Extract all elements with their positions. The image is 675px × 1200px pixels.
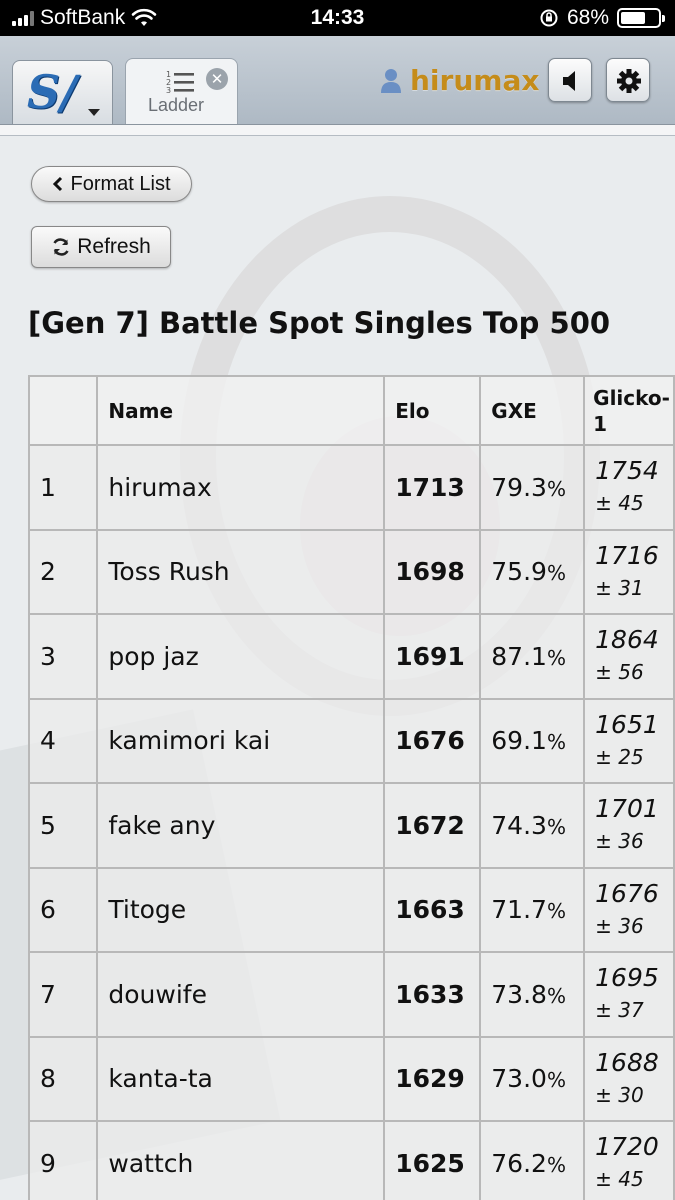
- table-row: 3 pop jaz 1691 87.1% 1864 ± 56: [27, 613, 675, 700]
- gxe-cell: 69.1%: [479, 697, 586, 784]
- glicko-cell: 1701 ± 36: [583, 782, 675, 869]
- user-icon: [381, 68, 401, 93]
- gxe-cell: 79.3%: [479, 444, 586, 531]
- rank-cell: 6: [27, 866, 99, 953]
- player-name-cell[interactable]: kamimori kai: [96, 697, 386, 784]
- gxe-cell: 74.3%: [479, 782, 586, 869]
- main-menu-button[interactable]: S/: [12, 60, 113, 124]
- gxe-cell: 75.9%: [479, 528, 586, 615]
- glicko-cell: 1720 ± 45: [583, 1120, 675, 1200]
- table-row: 2 Toss Rush 1698 75.9% 1716 ± 31: [27, 528, 675, 615]
- table-row: 4 kamimori kai 1676 69.1% 1651 ± 25: [27, 697, 675, 784]
- player-name-cell[interactable]: douwife: [96, 951, 386, 1038]
- elo-cell: 1633: [383, 951, 482, 1038]
- battery-percent: 68%: [566, 6, 609, 29]
- chevron-down-icon: [88, 109, 100, 116]
- svg-text:3: 3: [166, 86, 171, 95]
- gear-icon: [617, 69, 641, 93]
- player-name-cell[interactable]: hirumax: [96, 444, 386, 531]
- player-name-cell[interactable]: pop jaz: [96, 613, 386, 700]
- gxe-cell: 87.1%: [479, 613, 586, 700]
- column-header-elo[interactable]: Elo: [383, 375, 482, 446]
- showdown-logo-icon: S/: [27, 65, 78, 119]
- rank-cell: 7: [27, 951, 99, 1038]
- elo-cell: 1625: [383, 1120, 482, 1200]
- glicko-cell: 1695 ± 37: [583, 951, 675, 1038]
- gxe-cell: 71.7%: [479, 866, 586, 953]
- elo-cell: 1663: [383, 866, 482, 953]
- ladder-page: Format List Refresh [Gen 7] Battle Spot …: [0, 136, 675, 1200]
- chevron-left-icon: [53, 176, 63, 192]
- glicko-cell: 1716 ± 31: [583, 528, 675, 615]
- format-list-label: Format List: [70, 172, 171, 195]
- page-title: [Gen 7] Battle Spot Singles Top 500: [28, 306, 611, 340]
- table-row: 5 fake any 1672 74.3% 1701 ± 36: [27, 782, 675, 869]
- rank-cell: 5: [27, 782, 99, 869]
- tab-ladder[interactable]: 1 2 3 Ladder ✕: [125, 58, 238, 126]
- table-header-row: Name Elo GXE Glicko-1: [27, 375, 675, 446]
- numbered-list-icon: 1 2 3: [166, 70, 194, 95]
- rotation-lock-icon: [540, 9, 558, 27]
- battery-icon: [617, 8, 665, 28]
- status-right: 68%: [539, 6, 665, 30]
- format-list-button[interactable]: Format List: [31, 166, 192, 202]
- user-menu[interactable]: hirumax: [380, 64, 539, 97]
- table-row: 9 wattch 1625 76.2% 1720 ± 45: [27, 1120, 675, 1200]
- settings-button[interactable]: [606, 58, 650, 102]
- table-row: 8 kanta-ta 1629 73.0% 1688 ± 30: [27, 1035, 675, 1122]
- player-name-cell[interactable]: Toss Rush: [96, 528, 386, 615]
- status-bar: SoftBank 14:33 68%: [0, 0, 675, 36]
- player-name-cell[interactable]: Titoge: [96, 866, 386, 953]
- ladder-table: Name Elo GXE Glicko-1 1 hirumax 1713 79.3% 1…: [27, 375, 675, 1200]
- glicko-cell: 1688 ± 30: [583, 1035, 675, 1122]
- glicko-cell: 1676 ± 36: [583, 866, 675, 953]
- table-row: 6 Titoge 1663 71.7% 1676 ± 36: [27, 866, 675, 953]
- column-header-rank: [27, 375, 99, 446]
- elo-cell: 1676: [383, 697, 482, 784]
- elo-cell: 1698: [383, 528, 482, 615]
- glicko-cell: 1651 ± 25: [583, 697, 675, 784]
- player-name-cell[interactable]: wattch: [96, 1120, 386, 1200]
- refresh-button[interactable]: Refresh: [31, 226, 171, 268]
- sound-button[interactable]: [548, 58, 592, 102]
- column-header-glicko[interactable]: Glicko-1: [583, 375, 675, 446]
- app-header: S/ 1 2 3 Ladder ✕ hirumax: [0, 36, 675, 126]
- rank-cell: 1: [27, 444, 99, 531]
- close-tab-icon[interactable]: ✕: [206, 68, 228, 90]
- glicko-cell: 1754 ± 45: [583, 444, 675, 531]
- tab-ladder-label: Ladder: [147, 95, 205, 115]
- elo-cell: 1672: [383, 782, 482, 869]
- gxe-cell: 73.8%: [479, 951, 586, 1038]
- glicko-cell: 1864 ± 56: [583, 613, 675, 700]
- speaker-icon: [563, 71, 575, 91]
- player-name-cell[interactable]: fake any: [96, 782, 386, 869]
- gxe-cell: 76.2%: [479, 1120, 586, 1200]
- player-name-cell[interactable]: kanta-ta: [96, 1035, 386, 1122]
- elo-cell: 1629: [383, 1035, 482, 1122]
- column-header-gxe[interactable]: GXE: [479, 375, 586, 446]
- rank-cell: 8: [27, 1035, 99, 1122]
- rank-cell: 3: [27, 613, 99, 700]
- table-row: 1 hirumax 1713 79.3% 1754 ± 45: [27, 444, 675, 531]
- column-header-name[interactable]: Name: [96, 375, 386, 446]
- gxe-cell: 73.0%: [479, 1035, 586, 1122]
- header-divider: [0, 124, 675, 136]
- elo-cell: 1713: [383, 444, 482, 531]
- elo-cell: 1691: [383, 613, 482, 700]
- rank-cell: 9: [27, 1120, 99, 1200]
- refresh-label: Refresh: [77, 235, 151, 258]
- rank-cell: 2: [27, 528, 99, 615]
- refresh-icon: [53, 238, 69, 256]
- username-label: hirumax: [410, 64, 540, 97]
- table-row: 7 douwife 1633 73.8% 1695 ± 37: [27, 951, 675, 1038]
- rank-cell: 4: [27, 697, 99, 784]
